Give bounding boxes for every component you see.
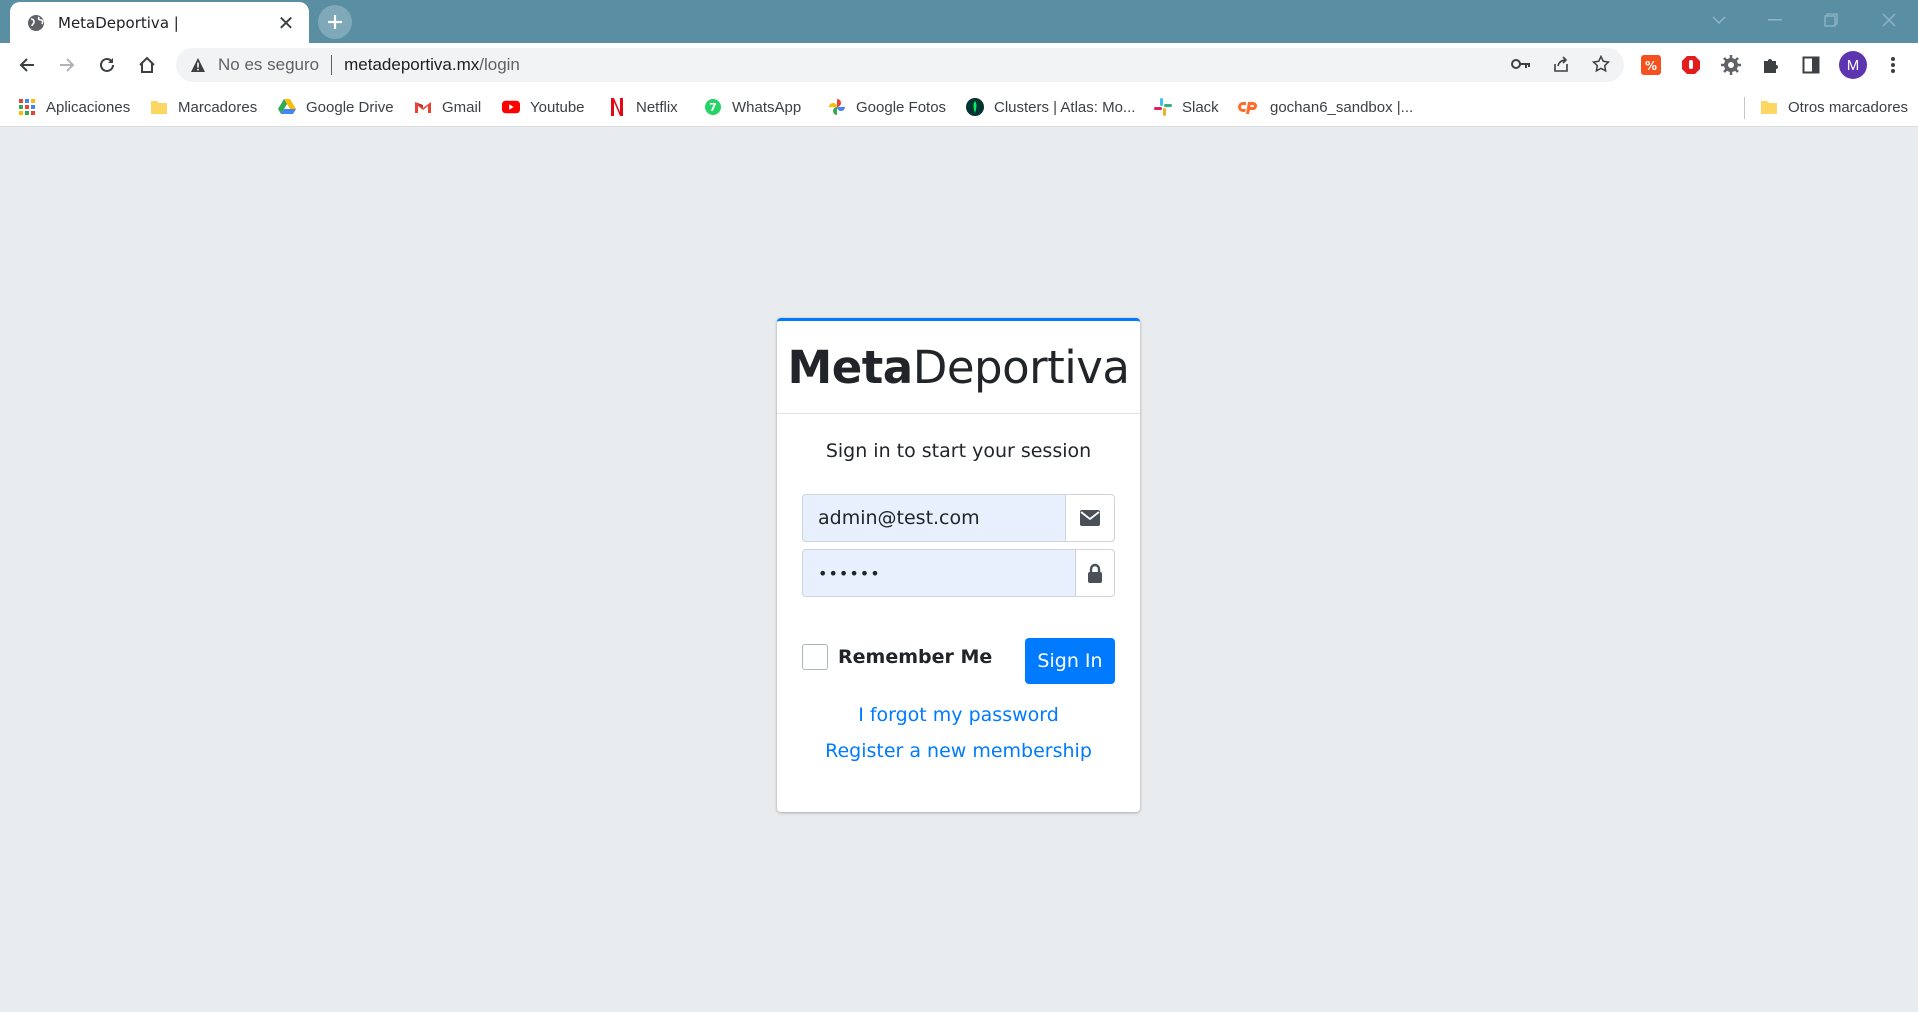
password-key-icon[interactable] bbox=[1508, 51, 1534, 77]
gmail-icon bbox=[414, 98, 432, 116]
bookmark-netflix[interactable]: Netflix bbox=[608, 96, 678, 118]
bookmark-mongodb-atlas[interactable]: Clusters | Atlas: Mo... bbox=[966, 96, 1135, 118]
url-path: /login bbox=[479, 55, 520, 74]
bookmark-youtube[interactable]: Youtube bbox=[502, 96, 585, 118]
svg-text:7: 7 bbox=[709, 101, 717, 114]
extensions-puzzle-icon[interactable] bbox=[1758, 52, 1784, 78]
bookmark-google-drive[interactable]: Google Drive bbox=[278, 96, 394, 118]
tab-search-icon[interactable] bbox=[1696, 0, 1742, 40]
password-field[interactable]: •••••• bbox=[802, 549, 1075, 597]
browser-tab[interactable]: MetaDeportiva | ✕ bbox=[10, 2, 309, 43]
tab-title: MetaDeportiva | bbox=[58, 13, 179, 32]
bookmark-folder-marcadores[interactable]: Marcadores bbox=[150, 96, 257, 118]
envelope-icon bbox=[1065, 494, 1115, 542]
bookmark-label: Slack bbox=[1182, 98, 1219, 116]
reload-icon[interactable] bbox=[92, 50, 122, 80]
new-tab-button[interactable] bbox=[318, 5, 352, 39]
folder-icon bbox=[1760, 98, 1778, 116]
bookmark-label: Google Drive bbox=[306, 98, 394, 116]
bookmark-label: Gmail bbox=[442, 98, 482, 116]
bookmark-apps[interactable]: Aplicaciones bbox=[18, 96, 130, 118]
browser-toolbar: No es seguro metadeportiva.mx /login % M bbox=[0, 43, 1918, 87]
bookmark-label: Google Fotos bbox=[856, 98, 947, 116]
address-separator bbox=[331, 55, 333, 75]
menu-kebab-icon[interactable] bbox=[1880, 52, 1906, 78]
url-host: metadeportiva.mx bbox=[344, 55, 480, 74]
discount-extension-icon[interactable]: % bbox=[1638, 52, 1664, 78]
svg-text:%: % bbox=[1645, 59, 1657, 73]
slack-icon bbox=[1154, 98, 1172, 116]
address-bar[interactable]: No es seguro metadeportiva.mx /login bbox=[176, 48, 1624, 82]
login-card: MetaDeportiva Sign in to start your sess… bbox=[777, 318, 1140, 812]
bookmarks-bar: Aplicaciones Marcadores Google Drive Gma… bbox=[0, 87, 1918, 127]
bookmark-whatsapp[interactable]: 7 WhatsApp bbox=[704, 96, 801, 118]
login-card-header: MetaDeportiva bbox=[777, 321, 1140, 414]
email-input-group: admin@test.com bbox=[802, 494, 1115, 542]
apps-grid-icon bbox=[18, 98, 36, 116]
bookmark-cpanel-sandbox[interactable]: gochan6_sandbox |... bbox=[1238, 96, 1413, 118]
settings-gear-extension-icon[interactable] bbox=[1718, 52, 1744, 78]
globe-icon bbox=[26, 13, 46, 33]
email-field[interactable]: admin@test.com bbox=[802, 494, 1065, 542]
password-input-group: •••••• bbox=[802, 549, 1115, 597]
bookmark-google-photos[interactable]: Google Fotos bbox=[828, 96, 946, 118]
youtube-icon bbox=[502, 98, 520, 116]
google-drive-icon bbox=[278, 98, 296, 116]
lock-icon bbox=[1075, 549, 1115, 597]
cpanel-icon bbox=[1238, 98, 1260, 116]
bookmarks-divider bbox=[1744, 97, 1745, 119]
bookmark-label: Clusters | Atlas: Mo... bbox=[994, 98, 1136, 116]
adblock-icon[interactable] bbox=[1678, 52, 1704, 78]
folder-icon bbox=[150, 98, 168, 116]
share-icon[interactable] bbox=[1548, 51, 1574, 77]
bookmark-gmail[interactable]: Gmail bbox=[414, 96, 481, 118]
forward-icon[interactable] bbox=[52, 50, 82, 80]
bookmark-label: Aplicaciones bbox=[46, 98, 131, 116]
register-link[interactable]: Register a new membership bbox=[777, 740, 1140, 762]
browser-titlebar: MetaDeportiva | ✕ bbox=[0, 0, 1918, 43]
warning-icon[interactable] bbox=[190, 56, 208, 74]
bookmark-label: Otros marcadores bbox=[1788, 98, 1909, 116]
brand-bold: Meta bbox=[787, 340, 914, 394]
brand-logo[interactable]: MetaDeportiva bbox=[788, 341, 1130, 394]
forgot-password-link[interactable]: I forgot my password bbox=[777, 704, 1140, 726]
bookmark-label: Youtube bbox=[530, 98, 585, 116]
profile-initial: M bbox=[1846, 56, 1860, 74]
side-panel-icon[interactable] bbox=[1798, 52, 1824, 78]
close-tab-icon[interactable]: ✕ bbox=[275, 12, 297, 34]
mongodb-icon bbox=[966, 98, 984, 116]
minimize-icon[interactable] bbox=[1752, 0, 1798, 40]
bookmark-label: Netflix bbox=[636, 98, 678, 116]
whatsapp-icon: 7 bbox=[704, 98, 722, 116]
home-icon[interactable] bbox=[132, 50, 162, 80]
bookmark-other-folder[interactable]: Otros marcadores bbox=[1760, 96, 1908, 118]
restore-icon[interactable] bbox=[1808, 0, 1854, 40]
login-message: Sign in to start your session bbox=[825, 440, 1092, 462]
back-icon[interactable] bbox=[12, 50, 42, 80]
sign-in-button[interactable]: Sign In bbox=[1025, 638, 1115, 684]
bookmark-star-icon[interactable] bbox=[1588, 51, 1614, 77]
remember-me: Remember Me bbox=[802, 644, 992, 670]
remember-me-checkbox[interactable] bbox=[802, 644, 828, 670]
bookmark-label: WhatsApp bbox=[732, 98, 802, 116]
google-photos-icon bbox=[828, 98, 846, 116]
netflix-icon bbox=[608, 98, 626, 116]
insecure-label[interactable]: No es seguro bbox=[218, 55, 319, 75]
bookmark-label: Marcadores bbox=[178, 98, 258, 116]
remember-me-label[interactable]: Remember Me bbox=[838, 646, 992, 668]
bookmark-label: gochan6_sandbox |... bbox=[1270, 98, 1414, 116]
close-window-icon[interactable] bbox=[1866, 0, 1912, 40]
bookmark-slack[interactable]: Slack bbox=[1154, 96, 1219, 118]
brand-regular: Deportiva bbox=[912, 340, 1130, 394]
profile-avatar[interactable]: M bbox=[1838, 50, 1868, 80]
